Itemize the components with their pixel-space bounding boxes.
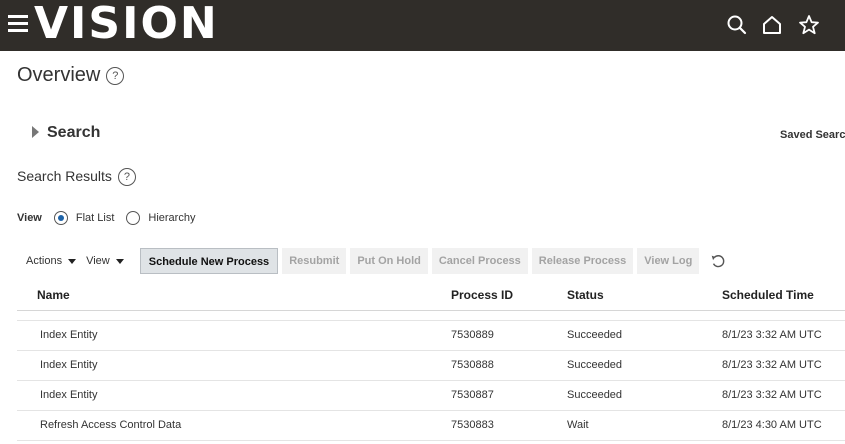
flat-list-label[interactable]: Flat List [76,212,115,224]
global-header: VISION [0,0,845,51]
hierarchy-label[interactable]: Hierarchy [148,212,195,224]
column-header-name[interactable]: Name [37,280,70,310]
process-table: Name Process ID Status Scheduled Time In… [17,280,845,441]
chevron-down-icon [68,258,77,264]
table-header: Name Process ID Status Scheduled Time [17,280,845,311]
column-header-scheduled-time[interactable]: Scheduled Time [722,280,814,310]
cell-status: Succeeded [567,389,623,401]
resubmit-button[interactable]: Resubmit [282,248,347,274]
flat-list-radio[interactable] [53,211,68,225]
schedule-new-process-button[interactable]: Schedule New Process [139,248,279,274]
actions-menu[interactable]: Actions [26,255,77,267]
help-icon[interactable]: ? [117,168,136,187]
table-row[interactable]: Index Entity 7530889 Succeeded 8/1/23 3:… [17,321,845,351]
table-row[interactable]: Index Entity 7530888 Succeeded 8/1/23 3:… [17,351,845,381]
view-menu-label: View [86,255,110,267]
view-log-button[interactable]: View Log [637,248,700,274]
cell-name: Index Entity [40,329,98,341]
cell-scheduled-time: 8/1/23 4:30 AM UTC [722,419,822,431]
star-icon[interactable] [797,13,821,37]
table-row[interactable]: Refresh Access Control Data 7530883 Wait… [17,411,845,441]
search-icon[interactable] [725,13,749,37]
cancel-process-button[interactable]: Cancel Process [431,248,528,274]
cell-status: Succeeded [567,329,623,341]
column-header-status[interactable]: Status [567,280,604,310]
app-logo: VISION [34,0,219,49]
actions-label: Actions [26,255,63,267]
search-results-text: Search Results [17,168,112,184]
search-results-title: Search Results? [17,168,136,187]
refresh-icon[interactable] [709,252,727,270]
results-toolbar: Actions View Schedule New Process Resubm… [17,248,727,274]
cell-name: Index Entity [40,359,98,371]
search-disclosure[interactable]: Search [32,124,100,142]
hamburger-menu-icon[interactable] [8,15,28,33]
saved-search-label[interactable]: Saved Searc [780,129,845,141]
help-icon[interactable]: ? [106,66,125,85]
cell-process-id: 7530889 [451,329,494,341]
page-title: Overview? [17,64,125,87]
cell-process-id: 7530888 [451,359,494,371]
view-mode-label: View [17,212,42,224]
page-title-text: Overview [17,64,101,86]
table-row[interactable] [17,311,845,321]
cell-name: Index Entity [40,389,98,401]
view-menu[interactable]: View [86,255,124,267]
cell-name: Refresh Access Control Data [40,419,182,431]
put-on-hold-button[interactable]: Put On Hold [350,248,428,274]
cell-scheduled-time: 8/1/23 3:32 AM UTC [722,329,822,341]
cell-process-id: 7530883 [451,419,494,431]
cell-status: Wait [567,419,589,431]
expand-triangle-icon [32,125,39,138]
home-icon[interactable] [760,13,784,37]
chevron-down-icon [115,258,124,264]
table-row[interactable]: Index Entity 7530887 Succeeded 8/1/23 3:… [17,381,845,411]
column-header-process-id[interactable]: Process ID [451,280,513,310]
view-mode-selector: View Flat List Hierarchy [17,211,207,225]
cell-process-id: 7530887 [451,389,494,401]
cell-status: Succeeded [567,359,623,371]
cell-scheduled-time: 8/1/23 3:32 AM UTC [722,389,822,401]
hierarchy-radio[interactable] [126,211,141,225]
search-label: Search [47,124,101,141]
release-process-button[interactable]: Release Process [531,248,634,274]
cell-scheduled-time: 8/1/23 3:32 AM UTC [722,359,822,371]
